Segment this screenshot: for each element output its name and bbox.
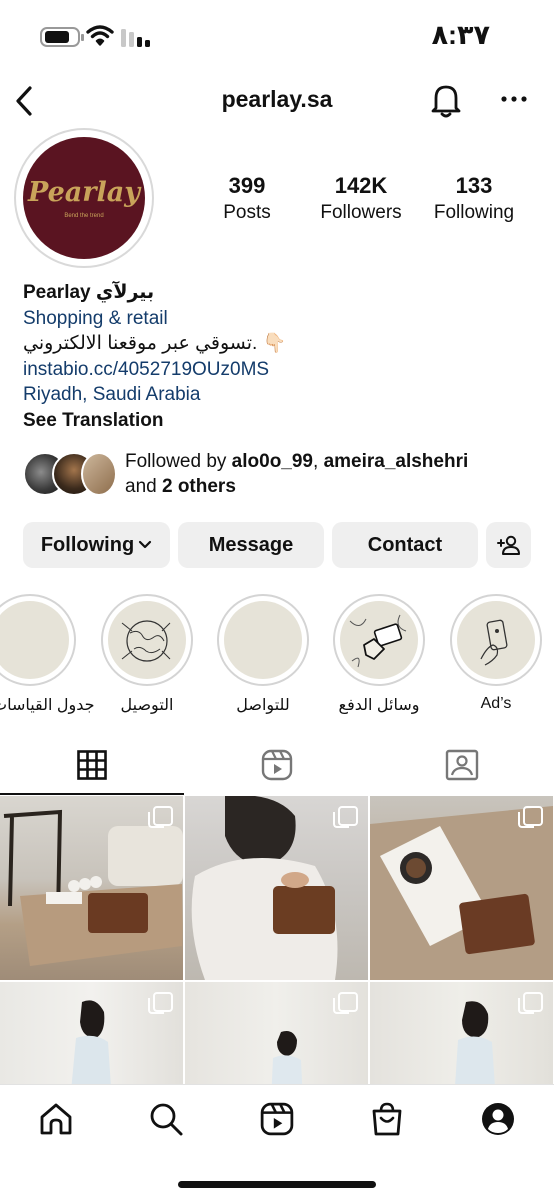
profile-name: Pearlay بيرلآي: [23, 282, 155, 303]
nav-home[interactable]: [36, 1099, 76, 1139]
payment-card-sketch-icon: [349, 614, 407, 668]
post-thumbnail[interactable]: [185, 796, 368, 980]
contact-button-label: Contact: [367, 533, 443, 556]
contact-button[interactable]: Contact: [332, 522, 478, 568]
reels-icon: [260, 1102, 294, 1136]
profile-bio: Pearlay بيرلآي Shopping & retail تسوقي ع…: [23, 280, 533, 433]
see-translation-link[interactable]: See Translation: [23, 408, 533, 434]
highlight-ads[interactable]: Ad’s: [450, 594, 542, 713]
following-button-label: Following: [40, 533, 135, 556]
highlight-cover: [333, 594, 425, 686]
phone-hand-sketch-icon: [480, 619, 508, 666]
brand-logo: Pearlay Bend the trend: [23, 137, 145, 259]
highlight-label: Ad’s: [480, 695, 512, 712]
globe-sketch-icon: [121, 620, 171, 662]
highlight-sizes[interactable]: جدول القياسات: [0, 594, 95, 715]
post-thumbnail[interactable]: [0, 982, 183, 1084]
followers-label: Followers: [320, 202, 402, 223]
bell-icon: [431, 85, 461, 118]
highlight-label: وسائل الدفع: [338, 697, 420, 714]
carousel-icon: [518, 806, 543, 828]
tab-tagged[interactable]: [370, 735, 554, 795]
mutual-avatars: [23, 452, 117, 496]
bio-location[interactable]: Riyadh, Saudi Arabia: [23, 382, 533, 408]
carousel-icon: [518, 992, 543, 1014]
tab-posts-grid[interactable]: [0, 735, 184, 795]
shop-icon: [372, 1102, 402, 1136]
post-thumbnail[interactable]: [185, 982, 368, 1084]
logo-tagline: Bend the trend: [64, 213, 104, 219]
highlight-cover: [101, 594, 193, 686]
active-tab-indicator: [0, 793, 184, 795]
highlight-label: جدول القياسات: [0, 697, 95, 714]
followers-stat[interactable]: 142K Followers: [301, 172, 421, 226]
posts-count: 399: [228, 173, 266, 198]
message-button[interactable]: Message: [178, 522, 324, 568]
post-thumbnail[interactable]: [370, 982, 553, 1084]
post-thumbnail[interactable]: [370, 796, 553, 980]
following-label: Following: [433, 202, 515, 223]
carousel-icon: [148, 806, 173, 828]
status-time: ٨:٣٧: [431, 20, 490, 50]
logo-wordmark: Pearlay: [28, 177, 140, 208]
nav-reels[interactable]: [257, 1099, 297, 1139]
carousel-icon: [333, 992, 358, 1014]
highlight-payment[interactable]: وسائل الدفع: [333, 594, 425, 715]
profile-tabs: [0, 735, 554, 795]
page-title: pearlay.sa: [221, 86, 333, 112]
grid-icon: [77, 750, 107, 780]
following-button[interactable]: Following: [23, 522, 170, 568]
reels-icon: [261, 749, 293, 781]
more-dots-icon: [501, 96, 527, 102]
highlight-contact[interactable]: للتواصل: [217, 594, 309, 715]
following-count: 133: [455, 173, 493, 198]
cellular-signal-icon: [121, 29, 150, 47]
highlight-delivery[interactable]: التوصيل: [101, 594, 193, 715]
highlight-label: التوصيل: [120, 697, 174, 714]
carousel-icon: [148, 992, 173, 1014]
profile-icon: [482, 1103, 514, 1135]
suggested-users-button[interactable]: [486, 522, 531, 568]
search-icon: [150, 1103, 183, 1136]
home-icon: [40, 1103, 72, 1135]
nav-profile[interactable]: [478, 1099, 518, 1139]
message-button-label: Message: [208, 533, 294, 556]
home-indicator[interactable]: [178, 1181, 376, 1188]
followed-by-text: Followed by alo0o_99, ameira_alshehri an…: [125, 451, 469, 497]
highlight-cover: [450, 594, 542, 686]
highlight-label: للتواصل: [236, 697, 290, 714]
posts-label: Posts: [223, 202, 271, 223]
tab-reels[interactable]: [185, 735, 369, 795]
bio-link[interactable]: instabio.cc/4052719OUz0MS: [23, 357, 533, 383]
posts-grid: [0, 796, 554, 1084]
bio-description: تسوقي عبر موقعنا الالكتروني. 👇🏻: [23, 333, 287, 354]
following-stat[interactable]: 133 Following: [414, 172, 534, 226]
wifi-icon: [86, 25, 114, 46]
carousel-icon: [333, 806, 358, 828]
posts-stat[interactable]: 399 Posts: [187, 172, 307, 226]
avatar: [81, 452, 117, 496]
bottom-navigation: [0, 1084, 554, 1200]
status-bar: ٨:٣٧: [0, 0, 554, 74]
chevron-down-icon: [139, 540, 152, 549]
post-thumbnail[interactable]: [0, 796, 183, 980]
notifications-button[interactable]: [428, 80, 464, 120]
profile-header: pearlay.sa: [0, 74, 554, 126]
highlight-cover: [0, 594, 76, 686]
nav-search[interactable]: [146, 1099, 186, 1139]
profile-category[interactable]: Shopping & retail: [23, 306, 533, 332]
highlight-cover: [217, 594, 309, 686]
more-options-button[interactable]: [496, 84, 532, 114]
add-user-icon: [496, 535, 520, 555]
followers-count: 142K: [334, 173, 388, 198]
tagged-icon: [445, 749, 479, 781]
followed-by[interactable]: Followed by alo0o_99, ameira_alshehri an…: [23, 450, 543, 498]
profile-avatar[interactable]: Pearlay Bend the trend: [14, 128, 154, 268]
battery-icon: [40, 27, 84, 47]
nav-shop[interactable]: [367, 1099, 407, 1139]
